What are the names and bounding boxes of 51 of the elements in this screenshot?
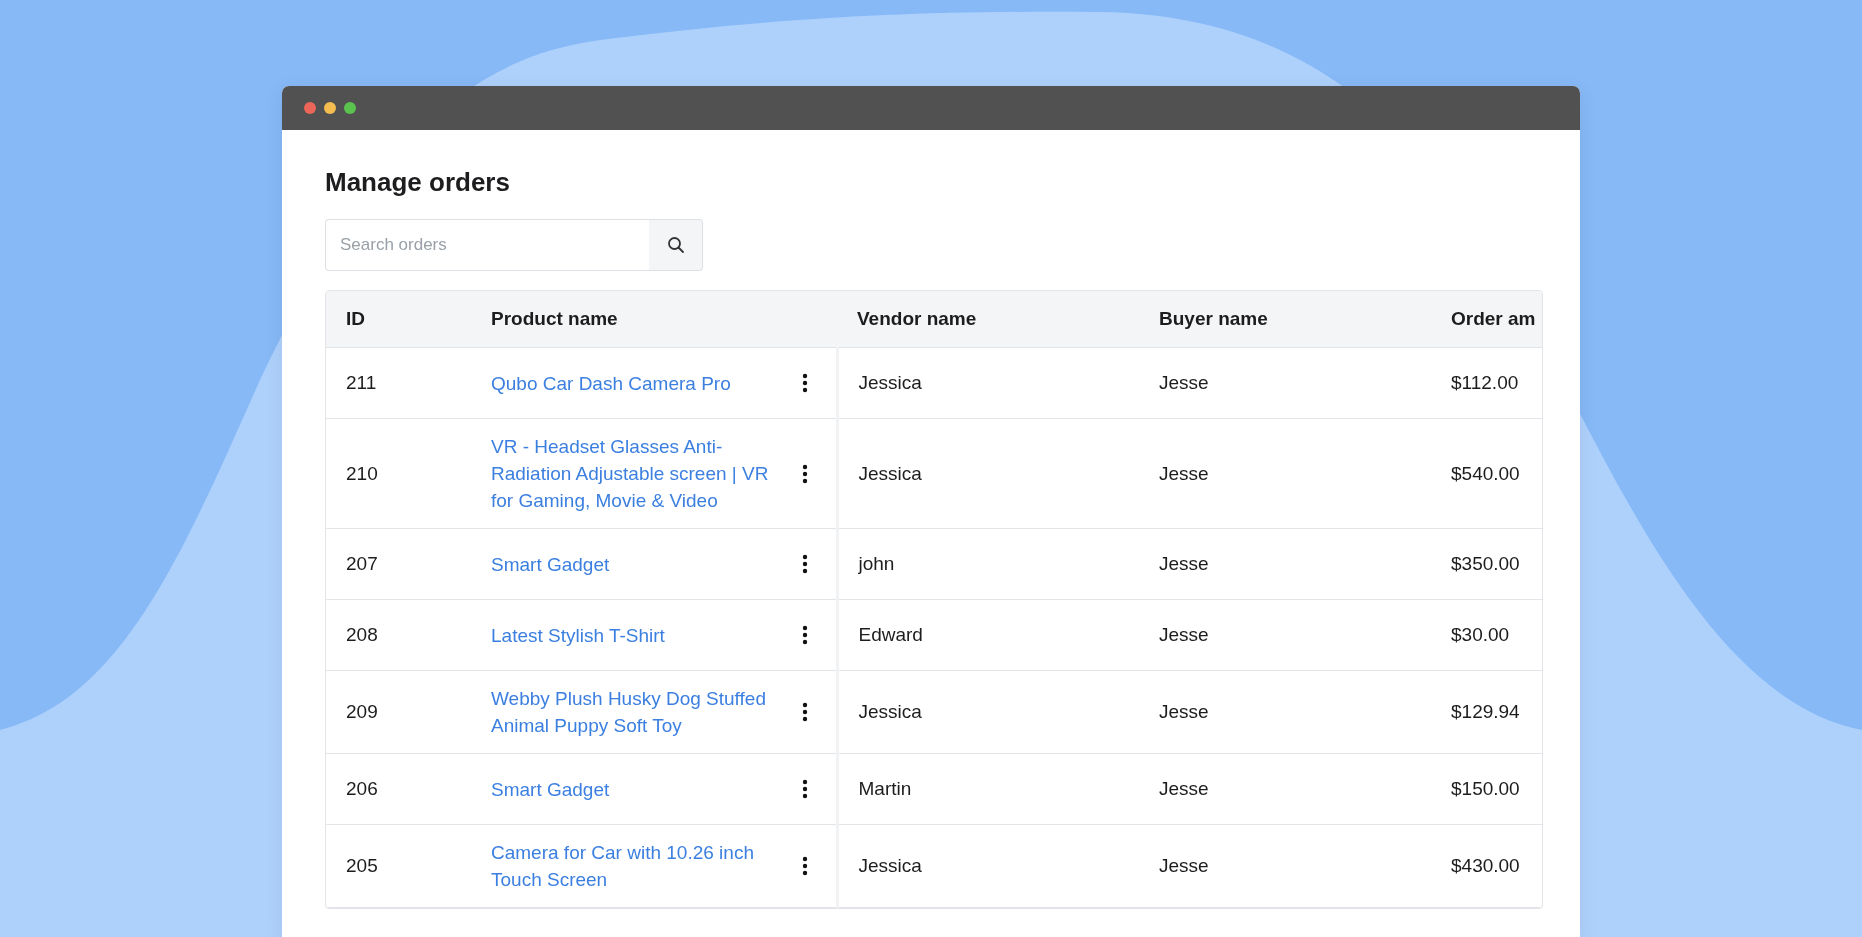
buyer-name: Jesse — [1159, 372, 1209, 393]
vendor-name: Jessica — [858, 701, 922, 722]
vendor-name: john — [858, 553, 895, 574]
order-id: 206 — [346, 778, 378, 799]
order-amount: $350.00 — [1451, 553, 1520, 574]
more-options-icon[interactable] — [801, 554, 808, 574]
vendor-name: Edward — [858, 624, 923, 645]
maximize-dot-icon[interactable] — [344, 102, 356, 114]
order-id: 205 — [346, 855, 378, 876]
column-header: ID — [326, 291, 471, 348]
order-id: 210 — [346, 462, 378, 484]
buyer-name: Jesse — [1159, 701, 1209, 722]
order-id: 207 — [346, 553, 378, 574]
buyer-name: Jesse — [1159, 462, 1209, 484]
order-id: 211 — [346, 372, 377, 393]
more-options-icon[interactable] — [801, 779, 808, 799]
order-amount: $129.94 — [1451, 701, 1520, 722]
buyer-name: Jesse — [1159, 855, 1209, 876]
column-header: Product name — [471, 291, 837, 348]
order-amount: $540.00 — [1451, 462, 1520, 484]
vendor-name: Martin — [858, 778, 912, 799]
order-amount: $112.00 — [1451, 372, 1519, 393]
buyer-name: Jesse — [1159, 778, 1209, 799]
product-link[interactable]: Latest Stylish T-Shirt — [491, 621, 781, 649]
order-amount: $150.00 — [1451, 778, 1520, 799]
order-id: 209 — [346, 701, 378, 722]
more-options-icon[interactable] — [801, 625, 808, 645]
vendor-name: Jessica — [858, 372, 922, 393]
order-id: 208 — [346, 624, 378, 645]
page-title: Manage orders — [325, 166, 511, 199]
minimize-dot-icon[interactable] — [324, 102, 336, 114]
more-options-icon[interactable] — [801, 463, 808, 484]
vendor-name: Jessica — [858, 462, 922, 484]
column-header: Vendor name — [837, 291, 1139, 348]
more-options-icon[interactable] — [801, 373, 808, 393]
close-dot-icon[interactable] — [304, 102, 316, 114]
product-link[interactable]: Smart Gadget — [491, 775, 781, 803]
product-link[interactable]: Webby Plush Husky Dog Stuffed Animal Puppy Soft Toy — [491, 685, 781, 739]
product-link[interactable]: Qubo Car Dash Camera Pro — [491, 369, 781, 397]
vendor-name: Jessica — [858, 855, 922, 876]
product-link[interactable]: VR - Headset Glasses Anti-Radiation Adjustable screen | VR for Gaming, Movie & Video — [491, 433, 781, 514]
product-link[interactable]: Smart Gadget — [491, 550, 781, 578]
more-options-icon[interactable] — [801, 702, 808, 722]
product-link[interactable]: Camera for Car with 10.26 inch Touch Screen — [491, 839, 781, 893]
buyer-name: Jesse — [1159, 553, 1209, 574]
more-options-icon[interactable] — [801, 856, 808, 876]
column-header: Buyer name — [1139, 291, 1431, 348]
order-amount: $430.00 — [1451, 855, 1520, 876]
column-header: Order am — [1431, 291, 1542, 348]
buyer-name: Jesse — [1159, 624, 1209, 645]
order-amount: $30.00 — [1451, 624, 1510, 645]
